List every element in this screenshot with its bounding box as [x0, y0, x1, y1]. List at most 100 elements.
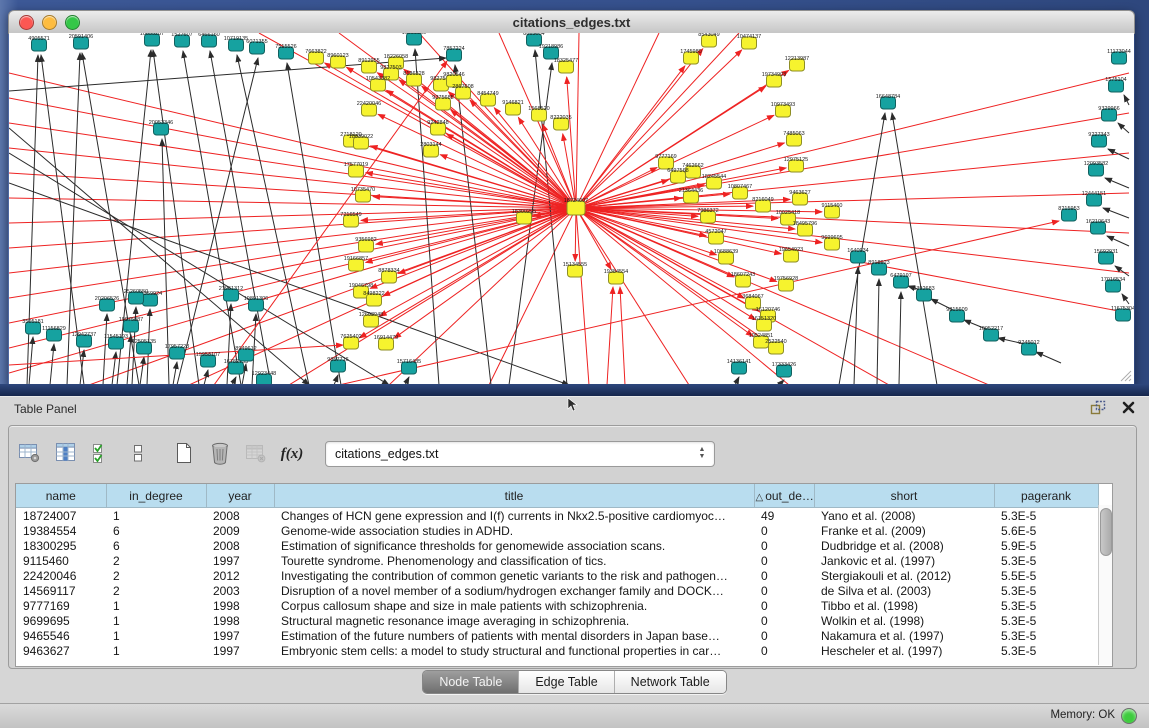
column-header-name[interactable]: name — [16, 484, 106, 508]
table-row[interactable]: 1456911722003Disruption of a novel membe… — [16, 583, 1098, 598]
network-node-label: 10973493 — [771, 102, 795, 108]
network-edge[interactable] — [1105, 178, 1129, 188]
network-edge[interactable] — [29, 337, 33, 384]
import-table-button[interactable] — [241, 439, 271, 469]
network-node-label: 16033809 — [402, 33, 426, 36]
network-edge[interactable] — [892, 113, 937, 384]
table-cell: 9463627 — [16, 643, 106, 658]
table-column-button[interactable] — [51, 439, 81, 469]
network-edge[interactable] — [9, 208, 576, 298]
column-header-out_de[interactable]: △out_de… — [754, 484, 814, 508]
network-edge[interactable] — [1103, 208, 1129, 218]
sort-indicator: △ — [756, 492, 764, 503]
network-edge[interactable] — [394, 208, 576, 338]
network-edge[interactable] — [1108, 149, 1129, 159]
network-edge[interactable] — [1107, 236, 1129, 246]
network-edge[interactable] — [735, 377, 739, 384]
close-window-button[interactable] — [19, 15, 34, 30]
column-header-in_degree[interactable]: in_degree — [106, 484, 206, 508]
network-edge[interactable] — [1118, 123, 1129, 133]
network-edge[interactable] — [177, 58, 258, 384]
network-edge[interactable] — [9, 208, 576, 223]
table-row[interactable]: 1938455462009Genome-wide association stu… — [16, 523, 1098, 538]
network-edge[interactable] — [334, 375, 338, 384]
network-edge[interactable] — [1115, 266, 1129, 276]
network-edge[interactable] — [9, 123, 576, 208]
network-node-label: 8454749 — [477, 91, 498, 97]
tab-node-table[interactable]: Node Table — [423, 671, 518, 693]
select-rows-button[interactable] — [87, 439, 117, 469]
network-edge[interactable] — [576, 208, 1129, 233]
network-node-label: 9820546 — [443, 72, 464, 78]
table-scrollbar-thumb[interactable] — [1100, 508, 1112, 556]
table-row[interactable]: 977716911998Corpus callosum shape and si… — [16, 598, 1098, 613]
network-node-label: 19756928 — [774, 276, 798, 282]
table-row[interactable]: 946362711997Embryonic stem cells: a mode… — [16, 643, 1098, 658]
table-row[interactable]: 1830029562008Estimation of significance … — [16, 538, 1098, 553]
network-node-label: 9329966 — [1098, 106, 1119, 112]
network-edge[interactable] — [153, 50, 199, 384]
table-row[interactable]: 969969511998Structural magnetic resonanc… — [16, 613, 1098, 628]
tab-network-table[interactable]: Network Table — [614, 671, 726, 693]
table-cell: 49 — [754, 508, 814, 524]
column-header-title[interactable]: title — [274, 484, 754, 508]
table-row[interactable]: 946554611997Estimation of the future num… — [16, 628, 1098, 643]
table-settings-button[interactable] — [15, 439, 45, 469]
window-titlebar[interactable]: citations_edges.txt — [8, 10, 1135, 34]
column-header-short[interactable]: short — [814, 484, 994, 508]
network-edge[interactable] — [576, 208, 589, 384]
network-edge[interactable] — [576, 66, 685, 208]
network-edge[interactable] — [380, 208, 576, 316]
network-edge[interactable] — [9, 208, 576, 348]
network-edge[interactable] — [1036, 352, 1061, 363]
float-panel-button[interactable] — [1089, 400, 1107, 418]
network-edge[interactable] — [173, 362, 177, 384]
network-edge[interactable] — [112, 352, 116, 384]
network-canvas[interactable]: 4905571205914061065528715276076466160107… — [9, 33, 1134, 384]
minimize-window-button[interactable] — [42, 15, 57, 30]
network-edge[interactable] — [366, 208, 576, 262]
network-node-label: 18495796 — [793, 221, 817, 227]
table-row[interactable]: 1872400712008Changes of HCN gene express… — [16, 508, 1098, 524]
network-edge[interactable] — [576, 49, 703, 208]
new-document-button[interactable] — [169, 439, 199, 469]
network-edge[interactable] — [9, 208, 576, 323]
function-builder-button[interactable]: f(x) — [277, 439, 307, 469]
network-edge[interactable] — [620, 287, 625, 384]
network-edge[interactable] — [1122, 294, 1129, 304]
network-edge[interactable] — [140, 357, 144, 384]
rows-button[interactable] — [123, 439, 153, 469]
network-edge[interactable] — [607, 287, 613, 384]
network-edge[interactable] — [237, 55, 309, 384]
column-header-year[interactable]: year — [206, 484, 274, 508]
column-header-pagerank[interactable]: pagerank — [994, 484, 1098, 508]
tab-edge-table[interactable]: Edge Table — [518, 671, 613, 693]
network-edge[interactable] — [877, 279, 879, 384]
resize-grip[interactable] — [1118, 368, 1132, 382]
network-view[interactable]: 4905571205914061065528715276076466160107… — [9, 33, 1134, 384]
network-node-label: 17957223 — [165, 344, 189, 350]
network-edge[interactable] — [576, 208, 689, 384]
network-edge[interactable] — [9, 98, 576, 208]
network-node-label: 9146821 — [502, 100, 523, 106]
network-edge[interactable] — [575, 208, 576, 261]
network-edge[interactable] — [232, 377, 236, 384]
network-edge[interactable] — [405, 377, 409, 384]
network-edge[interactable] — [287, 63, 341, 384]
table-cell: Hescheler et al. (1997) — [814, 643, 994, 658]
network-edge[interactable] — [1124, 95, 1129, 105]
network-edge[interactable] — [27, 55, 38, 384]
close-panel-button[interactable] — [1119, 400, 1137, 418]
network-edge[interactable] — [9, 208, 576, 273]
table-cell: 9777169 — [16, 598, 106, 613]
trash-button[interactable] — [205, 439, 235, 469]
table-row[interactable]: 2242004622012Investigating the contribut… — [16, 568, 1098, 583]
network-edge[interactable] — [576, 73, 1129, 208]
table-row[interactable]: 911546021997Tourette syndrome. Phenomeno… — [16, 553, 1098, 568]
network-edge[interactable] — [899, 292, 901, 384]
network-edge[interactable] — [127, 335, 131, 384]
zoom-window-button[interactable] — [65, 15, 80, 30]
network-edge[interactable] — [50, 344, 54, 384]
table-select-dropdown[interactable]: citations_edges.txt ▲▼ — [325, 441, 715, 467]
table-scrollbar[interactable] — [1098, 505, 1112, 665]
